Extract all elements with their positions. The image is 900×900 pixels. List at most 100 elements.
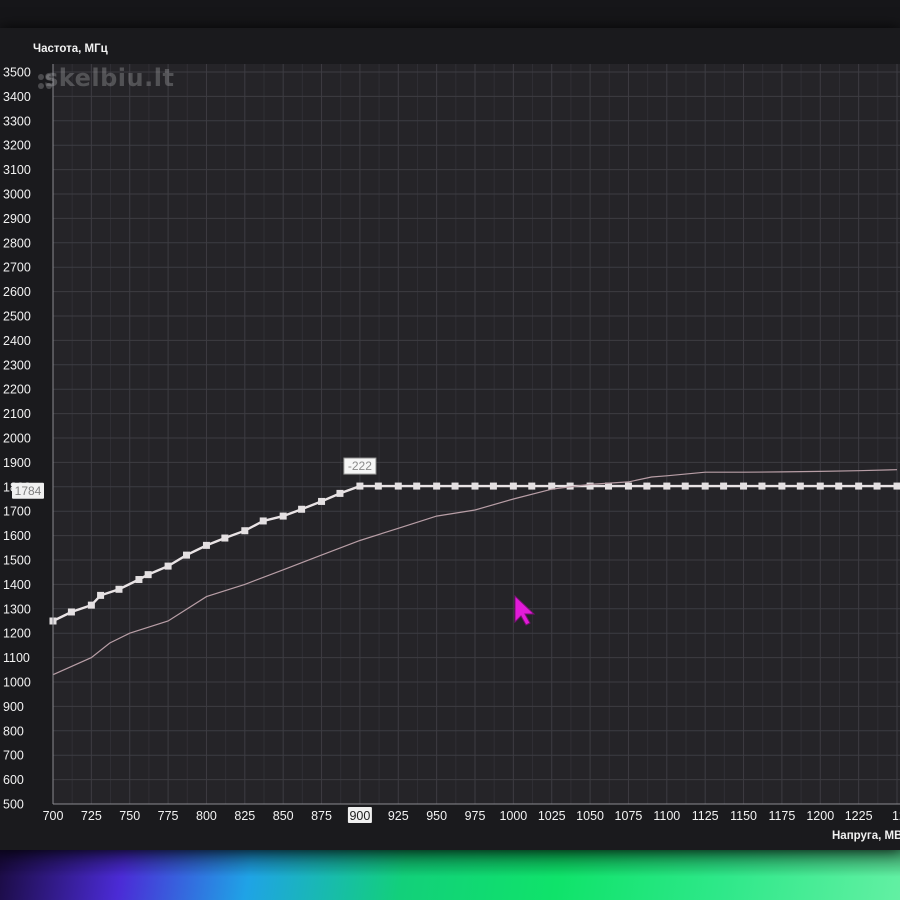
x-tick-label: 875 — [311, 809, 332, 823]
y-tick-label: 900 — [3, 700, 24, 714]
y-tick-label: 800 — [3, 724, 24, 738]
x-tick-label: 750 — [119, 809, 140, 823]
x-tick-label: 1025 — [538, 809, 566, 823]
vf-curve-point[interactable] — [471, 482, 479, 490]
vf-curve-point[interactable] — [259, 517, 267, 525]
y-tick-label: 2100 — [3, 407, 31, 421]
vf-curve-point[interactable] — [873, 482, 881, 490]
y-tick-label: 2300 — [3, 358, 31, 372]
x-tick-label: 1150 — [730, 809, 757, 823]
vf-curve-point[interactable] — [509, 482, 517, 490]
y-tick-label: 2600 — [3, 285, 31, 299]
y-tick-label: 3100 — [3, 163, 31, 177]
vf-curve-point[interactable] — [720, 482, 728, 490]
y-tick-label: 1400 — [3, 578, 31, 592]
x-tick-label: 775 — [158, 809, 179, 823]
vf-curve-point[interactable] — [115, 585, 123, 593]
vf-curve-point[interactable] — [586, 482, 594, 490]
vf-curve-point[interactable] — [97, 591, 105, 599]
x-tick-label-highlighted: 900 — [349, 809, 370, 823]
vf-curve-point[interactable] — [374, 482, 382, 490]
vf-curve-point[interactable] — [413, 482, 421, 490]
curve-editor-window: 500 600 700 800 900 1000 1100 1200 1300 1400 1500 1… — [0, 28, 900, 850]
x-tick-label: 925 — [388, 809, 409, 823]
x-tick-label: 725 — [81, 809, 102, 823]
y-axis-title: Частота, МГц — [33, 43, 108, 55]
y-tick-label: 700 — [3, 749, 24, 763]
vf-curve-point[interactable] — [451, 482, 459, 490]
point-offset-tooltip-text: -222 — [348, 459, 372, 473]
y-tick-label: 2500 — [3, 310, 31, 324]
vf-curve-point[interactable] — [135, 576, 143, 584]
vf-curve-point[interactable] — [241, 527, 249, 535]
y-tick-label: 600 — [3, 773, 24, 787]
y-tick-label: 1300 — [3, 602, 31, 616]
x-tick-label: 1125 — [692, 809, 719, 823]
vf-curve-point[interactable] — [855, 482, 863, 490]
x-tick-label: 800 — [196, 809, 217, 823]
vf-curve-point[interactable] — [796, 482, 804, 490]
vf-curve-point[interactable] — [816, 482, 824, 490]
vf-curve-point[interactable] — [835, 482, 843, 490]
vf-curve-point[interactable] — [183, 551, 191, 559]
vf-curve-point[interactable] — [681, 482, 689, 490]
vf-curve-point[interactable] — [701, 482, 709, 490]
vf-curve-point[interactable] — [663, 482, 671, 490]
vf-curve-point[interactable] — [221, 534, 229, 542]
vf-curve-point[interactable] — [778, 482, 786, 490]
vf-curve-point[interactable] — [356, 482, 364, 490]
y-tick-label: 2700 — [3, 261, 31, 275]
x-tick-label: 825 — [234, 809, 255, 823]
vf-curve-point[interactable] — [489, 482, 497, 490]
vf-curve-point[interactable] — [433, 482, 441, 490]
vf-curve-point[interactable] — [758, 482, 766, 490]
y-tick-label: 1700 — [3, 505, 31, 519]
y-tick-label: 1200 — [3, 627, 31, 641]
vf-curve-point[interactable] — [336, 489, 344, 497]
vf-curve-point[interactable] — [67, 608, 75, 616]
vf-curve-point[interactable] — [394, 482, 402, 490]
vf-curve-point[interactable] — [528, 482, 536, 490]
y-tick-label: 2400 — [3, 334, 31, 348]
y-tick-label: 500 — [3, 798, 24, 812]
y-tick-label: 3000 — [3, 188, 31, 202]
y-tick-label: 1000 — [3, 676, 31, 690]
vf-curve-point[interactable] — [643, 482, 651, 490]
x-tick-label: 1100 — [653, 809, 680, 823]
y-tick-label: 1100 — [3, 651, 30, 665]
x-tick-label: 1175 — [768, 809, 795, 823]
x-tick-label: 12 — [892, 809, 900, 823]
y-tick-label: 2800 — [3, 236, 31, 250]
plot-area — [53, 64, 900, 804]
x-tick-label: 1050 — [576, 809, 604, 823]
x-tick-label: 700 — [43, 809, 64, 823]
y-tick-label: 3400 — [3, 90, 31, 104]
vf-curve-point[interactable] — [164, 562, 172, 570]
y-tick-label: 1500 — [3, 554, 31, 568]
y-tick-label: 2900 — [3, 212, 31, 226]
y-tick-label: 1600 — [3, 529, 31, 543]
y-value-highlight-label: 1784 — [15, 484, 42, 498]
vf-curve-point[interactable] — [318, 497, 326, 505]
desktop-shadow — [0, 842, 900, 900]
vf-curve-point[interactable] — [87, 601, 95, 609]
x-tick-label: 1225 — [845, 809, 873, 823]
watermark-text: skelbiu.lt — [44, 64, 175, 92]
x-axis-title: Напруга, МВ — [832, 830, 900, 842]
voltage-frequency-chart[interactable]: 500 600 700 800 900 1000 1100 1200 1300 1400 1500 1… — [0, 28, 900, 850]
vf-curve-point[interactable] — [298, 505, 306, 513]
y-tick-label: 2000 — [3, 432, 31, 446]
y-tick-label: 3500 — [3, 66, 31, 80]
vf-curve-point[interactable] — [624, 482, 632, 490]
x-tick-label: 975 — [465, 809, 486, 823]
vf-curve-point[interactable] — [202, 541, 210, 549]
y-tick-label: 3200 — [3, 139, 31, 153]
x-tick-label: 1000 — [499, 809, 527, 823]
y-tick-label: 1900 — [3, 456, 31, 470]
x-tick-label: 950 — [426, 809, 447, 823]
vf-curve-point[interactable] — [144, 571, 152, 579]
vf-curve-point[interactable] — [279, 512, 287, 520]
vf-curve-point[interactable] — [740, 482, 748, 490]
x-tick-label: 850 — [273, 809, 294, 823]
vf-curve-point[interactable] — [893, 482, 900, 490]
